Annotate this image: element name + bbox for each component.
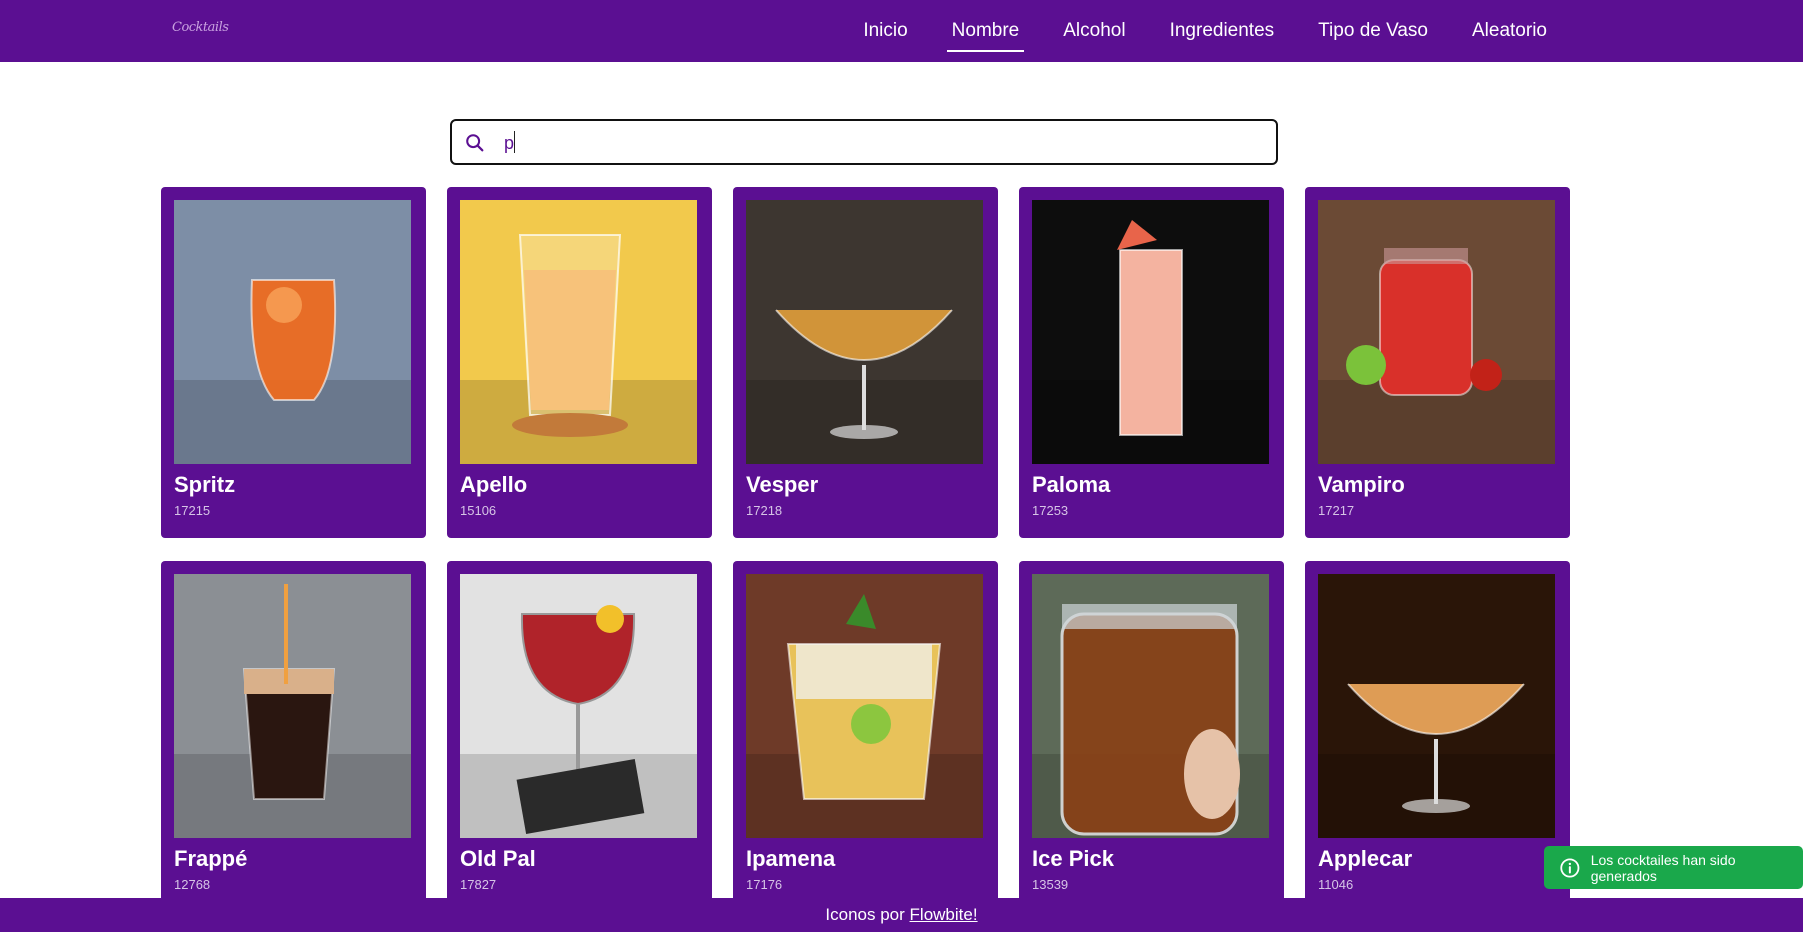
cocktail-name: Frappé bbox=[174, 846, 248, 871]
info-icon bbox=[1560, 857, 1580, 878]
cocktail-card[interactable]: Frappé 12768 bbox=[161, 561, 426, 912]
cocktail-id: 17218 bbox=[746, 503, 783, 518]
cocktail-card[interactable]: Applecar 11046 bbox=[1305, 561, 1570, 912]
cocktail-image bbox=[746, 574, 983, 838]
cocktail-image bbox=[1032, 200, 1269, 464]
cocktail-image bbox=[1318, 574, 1555, 838]
cocktail-image bbox=[746, 200, 983, 464]
cocktail-name: Ipamena bbox=[746, 846, 836, 871]
cocktail-id: 17176 bbox=[746, 877, 783, 892]
cocktail-id: 17827 bbox=[460, 877, 497, 892]
cocktail-id: 11046 bbox=[1318, 877, 1354, 892]
cocktail-id: 17217 bbox=[1318, 503, 1355, 518]
nav-link-aleatorio[interactable]: Aleatorio bbox=[1472, 14, 1547, 48]
nav-link-nombre[interactable]: Nombre bbox=[946, 14, 1024, 52]
cocktail-id: 13539 bbox=[1032, 877, 1069, 892]
cocktail-card[interactable]: Vampiro 17217 bbox=[1305, 187, 1570, 538]
cocktail-name: Old Pal bbox=[460, 846, 536, 871]
cocktail-id: 17253 bbox=[1032, 503, 1069, 518]
cocktail-image bbox=[460, 574, 697, 838]
cocktail-card[interactable]: Ice Pick 13539 bbox=[1019, 561, 1284, 912]
cocktail-card[interactable]: Ipamena 17176 bbox=[733, 561, 998, 912]
toast-message: Los cocktailes han sido generados bbox=[1590, 851, 1736, 884]
nav-link-inicio[interactable]: Inicio bbox=[863, 14, 907, 48]
cocktail-name: Ice Pick bbox=[1032, 846, 1114, 871]
search-bar bbox=[450, 119, 1278, 165]
cocktail-card[interactable]: Apello 15106 bbox=[447, 187, 712, 538]
cocktail-name: Vampiro bbox=[1318, 472, 1405, 497]
cocktail-id: 12768 bbox=[174, 877, 211, 892]
toast-notification[interactable]: Los cocktailes han sido generados bbox=[1544, 846, 1803, 889]
cocktail-id: 15106 bbox=[460, 503, 497, 518]
cocktail-name: Vesper bbox=[746, 472, 819, 497]
footer-text: Iconos por bbox=[825, 905, 910, 924]
nav-links: Inicio Nombre Alcohol Ingredientes Tipo de V… bbox=[819, 0, 1547, 62]
nav-link-ingredientes[interactable]: Ingredientes bbox=[1170, 14, 1275, 48]
navbar: Cocktails Inicio Nombre Alcohol Ingrediente… bbox=[0, 0, 1803, 62]
cocktail-image bbox=[1032, 574, 1269, 838]
cocktail-image bbox=[460, 200, 697, 464]
cocktail-card[interactable]: Paloma 17253 bbox=[1019, 187, 1284, 538]
search-icon bbox=[466, 134, 484, 152]
cocktail-name: Applecar bbox=[1318, 846, 1413, 871]
text-caret bbox=[514, 131, 515, 153]
cocktail-image bbox=[174, 200, 411, 464]
cocktail-name: Apello bbox=[460, 472, 528, 497]
cocktail-name: Spritz bbox=[174, 472, 236, 497]
nav-link-tipo-de-vaso[interactable]: Tipo de Vaso bbox=[1318, 14, 1428, 48]
cocktail-image bbox=[174, 574, 411, 838]
cocktail-card[interactable]: Vesper 17218 bbox=[733, 187, 998, 538]
cocktail-card[interactable]: Spritz 17215 bbox=[161, 187, 426, 538]
cocktail-name: Paloma bbox=[1032, 472, 1111, 497]
footer: Iconos por Flowbite! bbox=[0, 898, 1803, 932]
search-input[interactable] bbox=[504, 129, 1264, 157]
cocktail-id: 17215 bbox=[174, 503, 211, 518]
cocktail-image bbox=[1318, 200, 1555, 464]
nav-link-alcohol[interactable]: Alcohol bbox=[1063, 14, 1125, 48]
cocktail-card[interactable]: Old Pal 17827 bbox=[447, 561, 712, 912]
logo[interactable]: Cocktails bbox=[172, 20, 229, 35]
flowbite-link[interactable]: Flowbite! bbox=[910, 905, 978, 924]
